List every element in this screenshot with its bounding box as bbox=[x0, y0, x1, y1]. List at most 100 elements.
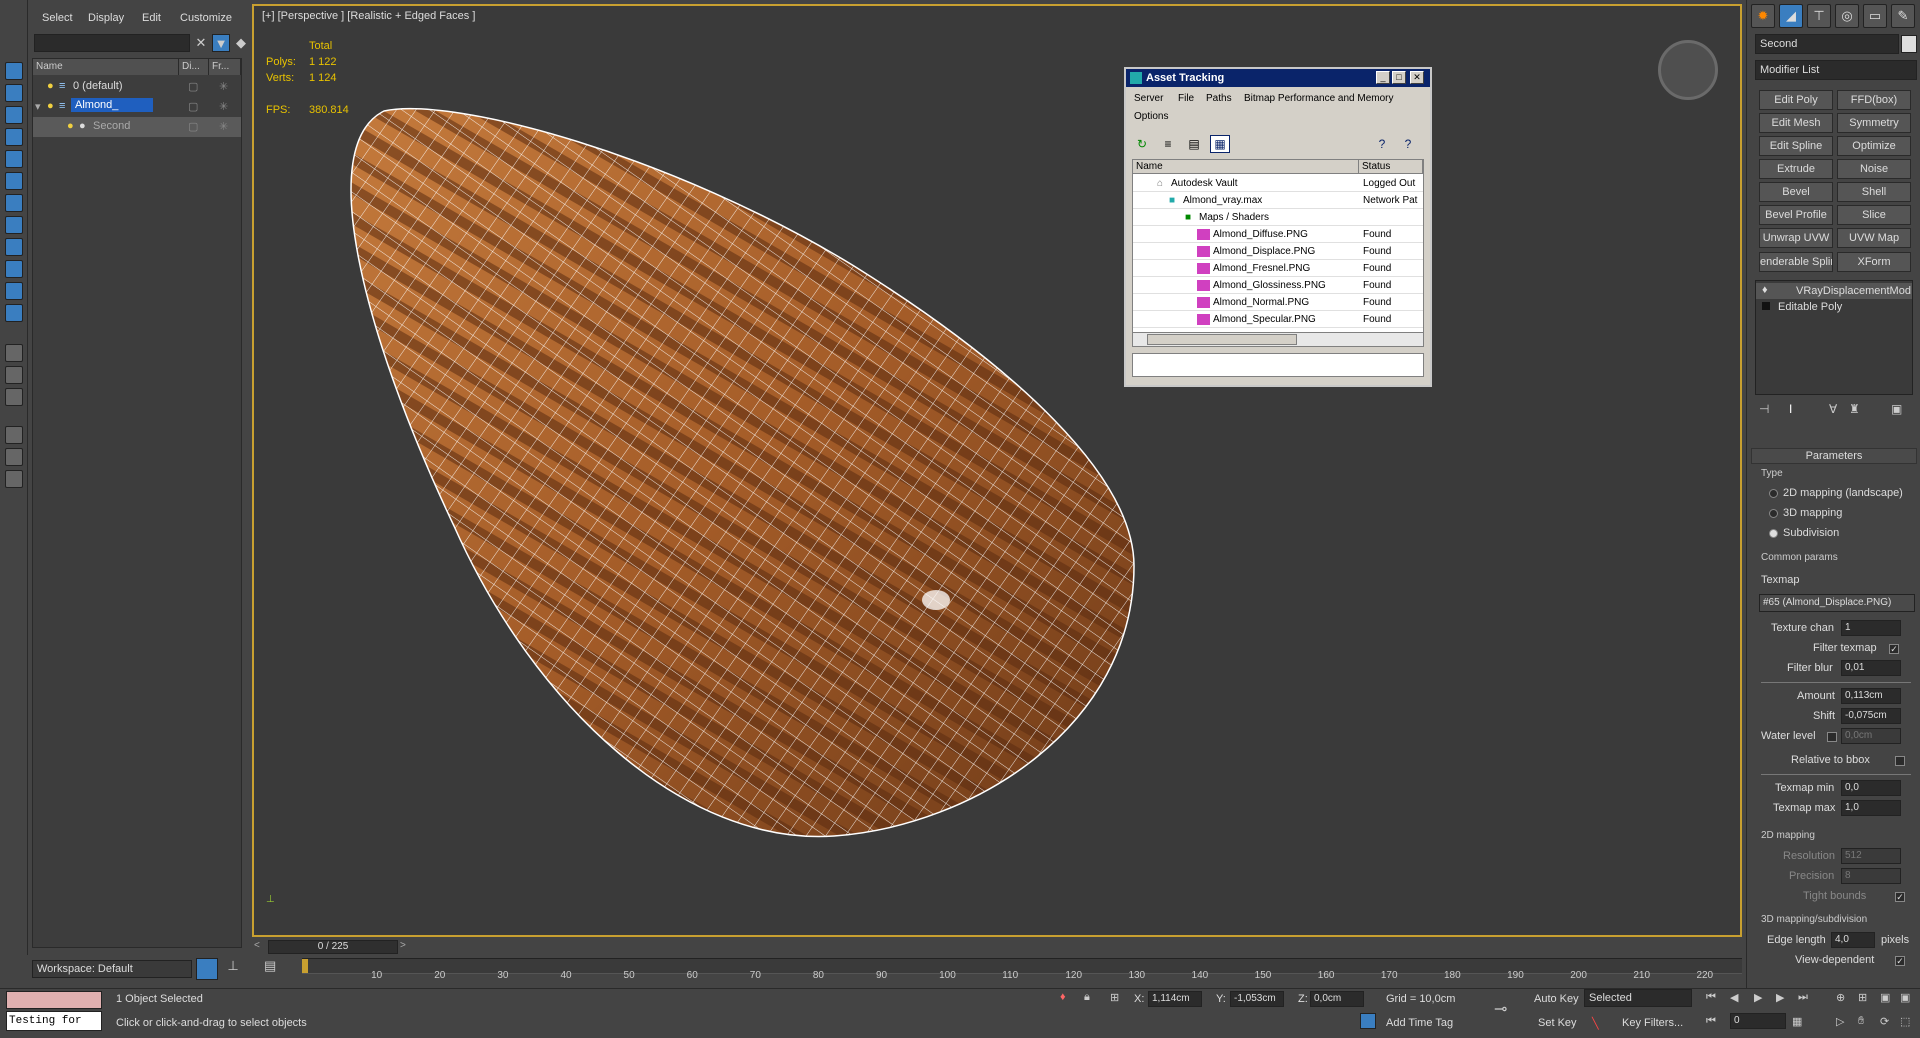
parameters-rollout[interactable]: Parameters bbox=[1751, 448, 1917, 464]
column-freeze[interactable]: Fr... bbox=[209, 59, 241, 75]
scene-row[interactable]: ● ≡ 0 (default) ▢ ✳ bbox=[33, 77, 241, 97]
texmap-max-spinner[interactable]: 1,0 bbox=[1841, 800, 1901, 816]
unwrap-uvw-button[interactable]: Unwrap UVW bbox=[1759, 228, 1833, 248]
table-row[interactable]: Almond_Normal.PNG Found bbox=[1133, 294, 1423, 311]
isolate-icon[interactable]: ♦ bbox=[1060, 991, 1066, 1003]
key-filters-button[interactable]: Key Filters... bbox=[1622, 1017, 1683, 1029]
column-display[interactable]: Di... bbox=[179, 59, 209, 75]
menu-display[interactable]: Display bbox=[88, 12, 124, 24]
lock-selection-icon[interactable]: 🔒︎ bbox=[1084, 991, 1090, 1004]
create-tab-icon[interactable]: ✹ bbox=[1751, 4, 1775, 28]
make-unique-icon[interactable]: ∀ bbox=[1829, 402, 1837, 416]
column-status[interactable]: Status bbox=[1359, 160, 1423, 174]
zoom-extents-all-icon[interactable]: ▣ bbox=[1900, 991, 1910, 1004]
table-row[interactable]: Almond_Specular.PNG Found bbox=[1133, 311, 1423, 328]
stack-item[interactable]: ♦ VRayDisplacementMod bbox=[1756, 283, 1912, 299]
modify-tab-icon[interactable]: ◢ bbox=[1779, 4, 1803, 28]
display-all-icon[interactable] bbox=[5, 344, 23, 362]
zoom-all-icon[interactable]: ⊞ bbox=[1858, 991, 1867, 1004]
filter-texmap-checkbox[interactable]: ✓ bbox=[1889, 644, 1899, 654]
display-geometry-icon[interactable] bbox=[5, 84, 23, 102]
list-view-icon[interactable]: ≡ bbox=[1158, 135, 1178, 153]
bevel-button[interactable]: Bevel bbox=[1759, 182, 1833, 202]
column-name[interactable]: Name bbox=[1133, 160, 1359, 174]
table-row[interactable]: Almond_Fresnel.PNG Found bbox=[1133, 260, 1423, 277]
maxscript-listener[interactable]: Testing for bbox=[6, 1011, 102, 1031]
filter-blur-spinner[interactable]: 0,01 bbox=[1841, 660, 1901, 676]
almond-mesh[interactable] bbox=[254, 6, 1740, 935]
modifier-bulb-icon[interactable]: ♦ bbox=[1762, 284, 1768, 296]
light-bulb-icon[interactable]: ● bbox=[47, 100, 54, 112]
optimize-button[interactable]: Optimize bbox=[1837, 136, 1911, 156]
pin-stack-icon[interactable]: ⊣ bbox=[1759, 402, 1769, 416]
table-row[interactable]: ⌂ Autodesk Vault Logged Out bbox=[1133, 175, 1423, 192]
dialog-menu-options[interactable]: Options bbox=[1134, 111, 1168, 122]
texmap-min-spinner[interactable]: 0,0 bbox=[1841, 780, 1901, 796]
adaptive-degradation-icon[interactable] bbox=[1360, 1013, 1376, 1029]
precision-spinner[interactable]: 8 bbox=[1841, 868, 1901, 884]
table-row[interactable]: Almond_Displace.PNG Found bbox=[1133, 243, 1423, 260]
set-key-button[interactable]: Set Key bbox=[1538, 1017, 1577, 1029]
y-coord-field[interactable]: -1,053cm bbox=[1230, 991, 1284, 1007]
radio-subdivision[interactable] bbox=[1769, 529, 1778, 538]
set-key-icon[interactable]: ╲ bbox=[1592, 1017, 1599, 1030]
scene-search-input[interactable] bbox=[34, 34, 190, 52]
edit-poly-button[interactable]: Edit Poly bbox=[1759, 90, 1833, 110]
track-bar[interactable] bbox=[302, 958, 1742, 974]
uvw-map-button[interactable]: UVW Map bbox=[1837, 228, 1911, 248]
dialog-menu-bitmap[interactable]: Bitmap Performance and Memory bbox=[1244, 93, 1394, 104]
time-config-icon[interactable]: ▦ bbox=[1792, 1015, 1802, 1028]
water-level-spinner[interactable]: 0,0cm bbox=[1841, 728, 1901, 744]
shell-button[interactable]: Shell bbox=[1837, 182, 1911, 202]
display-frozen-icon[interactable] bbox=[5, 304, 23, 322]
table-row[interactable]: ■ Almond_vray.max Network Pat bbox=[1133, 192, 1423, 209]
light-bulb-icon[interactable]: ● bbox=[47, 80, 54, 92]
display-tab-icon[interactable]: ▭ bbox=[1863, 4, 1887, 28]
add-time-tag[interactable]: Add Time Tag bbox=[1386, 1017, 1453, 1029]
display-containers-icon[interactable] bbox=[5, 282, 23, 300]
filter-icon[interactable] bbox=[5, 426, 23, 444]
water-level-checkbox[interactable] bbox=[1827, 732, 1837, 742]
pan-icon[interactable]: ✋︎ bbox=[1858, 1015, 1864, 1028]
perspective-viewport[interactable]: [+] [Perspective ] [Realistic + Edged Fa… bbox=[252, 4, 1742, 937]
menu-select[interactable]: Select bbox=[42, 12, 73, 24]
play-icon[interactable]: ▶ bbox=[1754, 991, 1762, 1004]
configure-sets-icon[interactable]: ▣ bbox=[1891, 402, 1902, 416]
menu-edit[interactable]: Edit bbox=[142, 12, 161, 24]
slice-button[interactable]: Slice bbox=[1837, 205, 1911, 225]
noise-button[interactable]: Noise bbox=[1837, 159, 1911, 179]
texture-chan-spinner[interactable]: 1 bbox=[1841, 620, 1901, 636]
go-to-end-icon[interactable]: ⏭︎ bbox=[1798, 991, 1808, 1004]
display-bones-icon[interactable] bbox=[5, 260, 23, 278]
freeze-toggle-icon[interactable]: ✳ bbox=[219, 100, 228, 113]
dialog-menu-server[interactable]: Server bbox=[1134, 93, 1163, 104]
freeze-toggle-icon[interactable]: ✳ bbox=[219, 80, 228, 93]
motion-tab-icon[interactable]: ◎ bbox=[1835, 4, 1859, 28]
time-next-icon[interactable]: > bbox=[400, 940, 406, 951]
z-coord-field[interactable]: 0,0cm bbox=[1310, 991, 1364, 1007]
display-xrefs-icon[interactable] bbox=[5, 238, 23, 256]
select-filter-icon[interactable]: ▼ bbox=[212, 34, 230, 52]
time-slider[interactable]: 0 / 225 bbox=[268, 940, 398, 954]
scrollbar-thumb[interactable] bbox=[1147, 334, 1297, 345]
view-dependent-checkbox[interactable]: ✓ bbox=[1895, 956, 1905, 966]
table-view-icon[interactable]: ▦ bbox=[1210, 135, 1230, 153]
key-selection-dropdown[interactable]: Selected bbox=[1584, 989, 1692, 1007]
bevel-profile-button[interactable]: Bevel Profile bbox=[1759, 205, 1833, 225]
amount-spinner[interactable]: 0,113cm bbox=[1841, 688, 1901, 704]
resolution-spinner[interactable]: 512 bbox=[1841, 848, 1901, 864]
scene-row[interactable]: ● ● Second ▢ ✳ bbox=[33, 117, 241, 137]
menu-customize[interactable]: Customize bbox=[180, 12, 232, 24]
display-cameras-icon[interactable] bbox=[5, 150, 23, 168]
utilities-tab-icon[interactable]: ✎ bbox=[1891, 4, 1915, 28]
table-row[interactable]: Almond_Diffuse.PNG Found bbox=[1133, 226, 1423, 243]
edit-mesh-button[interactable]: Edit Mesh bbox=[1759, 113, 1833, 133]
dialog-menu-paths[interactable]: Paths bbox=[1206, 93, 1232, 104]
next-frame-icon[interactable]: ▶ bbox=[1776, 991, 1784, 1004]
minimize-icon[interactable]: _ bbox=[1376, 71, 1390, 84]
tight-bounds-checkbox[interactable]: ✓ bbox=[1895, 892, 1905, 902]
column-name[interactable]: Name bbox=[33, 59, 179, 75]
workspace-dropdown[interactable]: Workspace: Default bbox=[32, 960, 192, 978]
transform-mode-icon[interactable]: ⊞ bbox=[1110, 991, 1119, 1004]
zoom-icon[interactable]: ⊕ bbox=[1836, 991, 1845, 1004]
